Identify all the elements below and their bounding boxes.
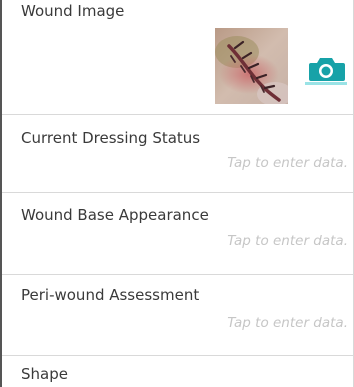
wound-image-row: Wound Image [2,0,353,115]
peri-wound-assessment-hint: Tap to enter data. [227,315,348,331]
wound-base-appearance-hint: Tap to enter data. [227,233,348,249]
wound-form: Wound Image Current Dressing Status Tap … [0,0,354,387]
wound-image-label: Wound Image [21,2,125,20]
peri-wound-assessment-label: Peri-wound Assessment [21,286,200,304]
shape-row[interactable]: Shape [2,356,353,387]
peri-wound-assessment-row[interactable]: Peri-wound Assessment Tap to enter data. [2,275,353,356]
shape-label: Shape [21,365,68,383]
wound-base-appearance-row[interactable]: Wound Base Appearance Tap to enter data. [2,193,353,275]
wound-base-appearance-label: Wound Base Appearance [21,206,209,224]
wound-photo-thumbnail[interactable] [215,28,288,104]
current-dressing-status-label: Current Dressing Status [21,129,201,147]
current-dressing-status-row[interactable]: Current Dressing Status Tap to enter dat… [2,115,353,193]
camera-icon[interactable] [305,55,347,87]
current-dressing-status-hint: Tap to enter data. [227,155,348,171]
